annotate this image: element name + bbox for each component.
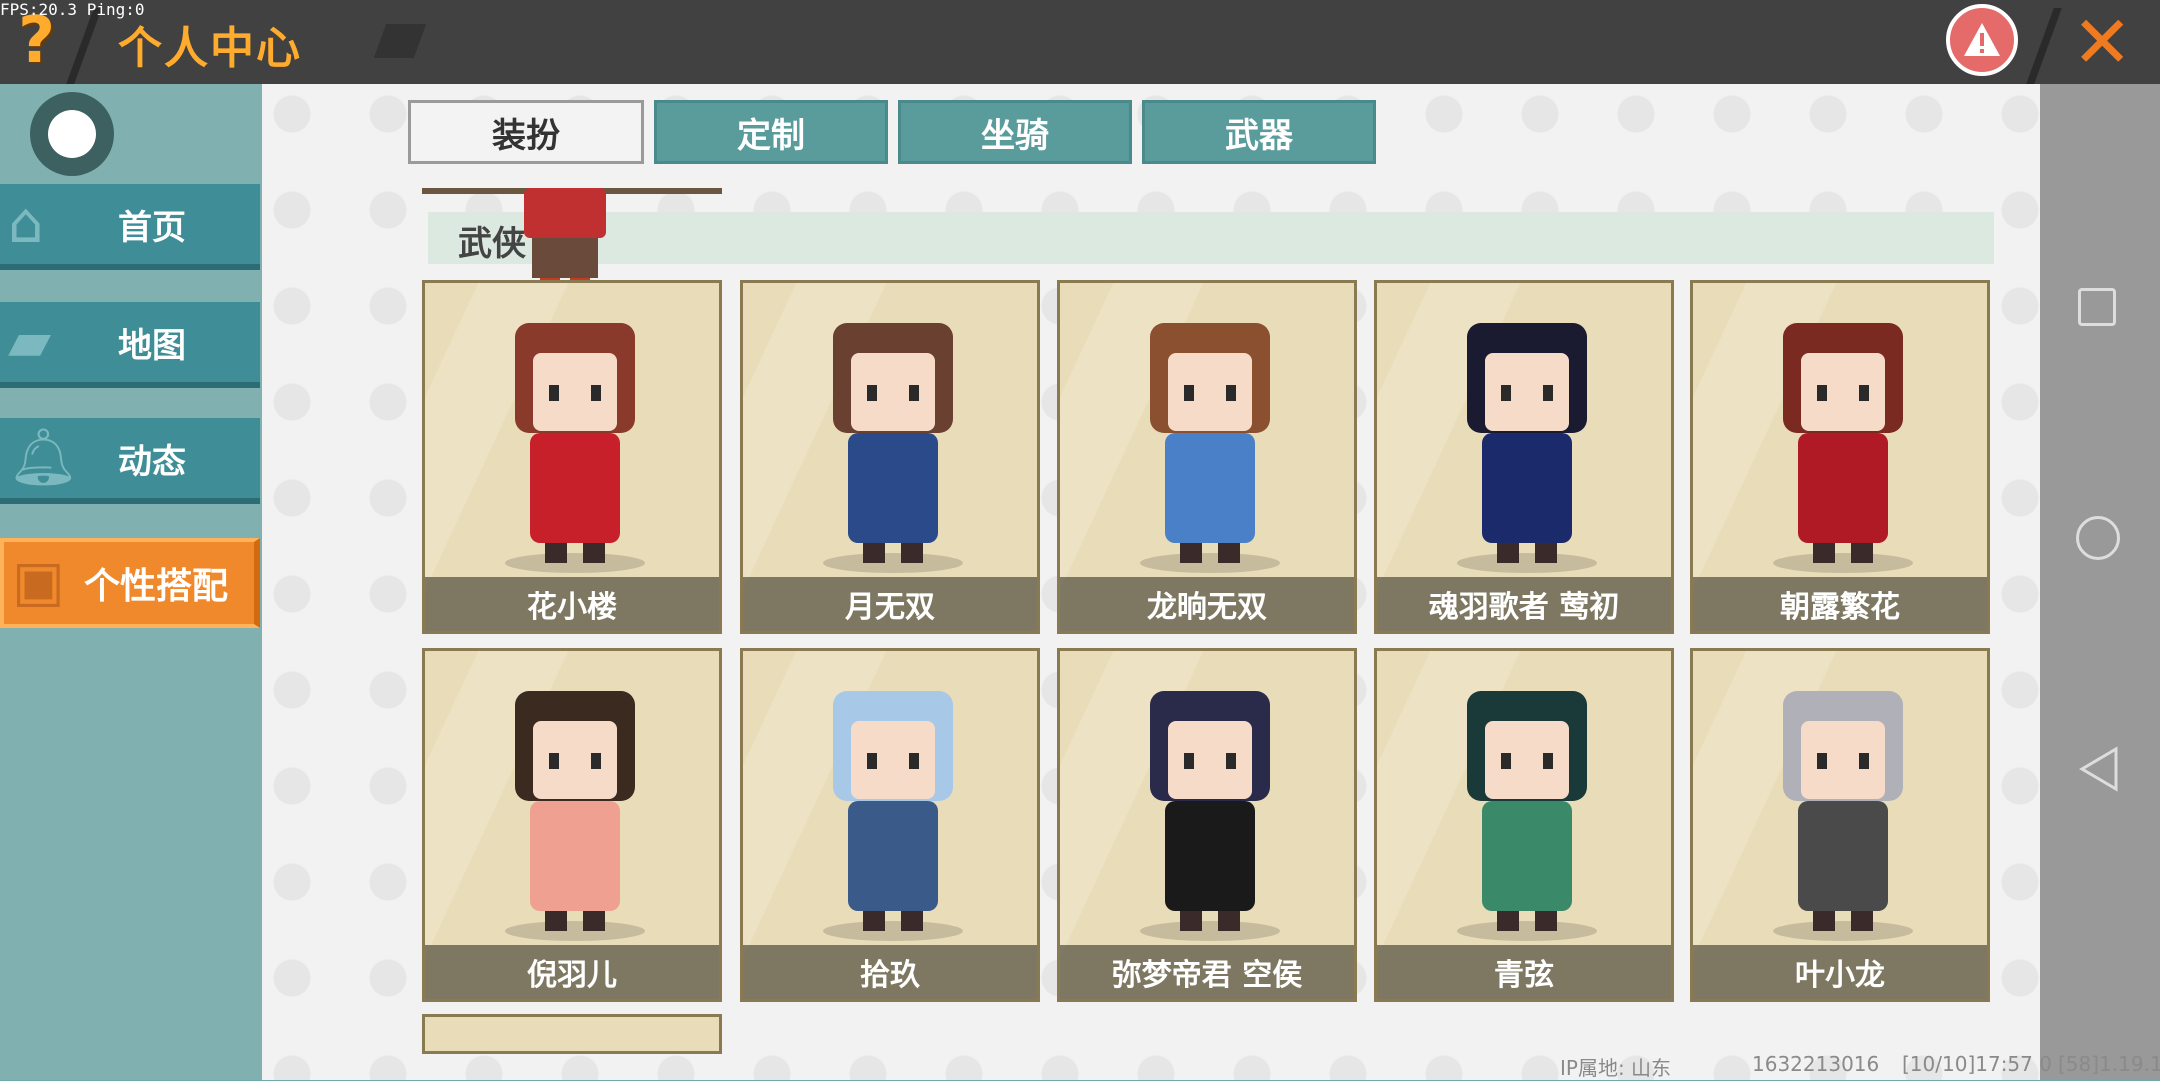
sidebar-item-home[interactable]: ⌂ 首页 [0, 184, 260, 270]
fps-readout: FPS:20.3 Ping:0 [0, 0, 145, 19]
skin-card[interactable]: 花小楼 [422, 280, 722, 634]
sidebar-item-feed[interactable]: 🔔︎ 动态 [0, 418, 260, 504]
report-button[interactable] [1946, 4, 2018, 76]
back-icon[interactable] [2078, 746, 2120, 792]
top-bar: ? 个人中心 ✕ [0, 0, 2160, 84]
skin-card[interactable]: 魂羽歌者 莺初 [1374, 280, 1674, 634]
sidebar-item-label: 首页 [118, 207, 186, 248]
tab-mount[interactable]: 坐骑 [898, 100, 1132, 164]
skin-card[interactable]: 倪羽儿 [422, 648, 722, 1002]
warning-icon [1964, 23, 2000, 56]
skin-card[interactable]: 青弦 [1374, 648, 1674, 1002]
sidebar: ⌂ 首页 ▰ 地图 🔔︎ 动态 ▣ 个性搭配 [0, 84, 262, 1080]
sidebar-item-outfit[interactable]: ▣ 个性搭配 [0, 538, 260, 628]
ip-location: IP属地: 山东 [1560, 1056, 1672, 1080]
skin-name: 叶小龙 [1693, 945, 1987, 999]
sidebar-item-label: 动态 [118, 441, 186, 482]
timestamp: [10/10]17:57 0 [1902, 1052, 2052, 1076]
system-nav-bar [2040, 84, 2160, 1080]
tab-custom[interactable]: 定制 [654, 100, 888, 164]
character-image [1773, 323, 1913, 573]
skin-card[interactable]: 龙晌无双 [1057, 280, 1357, 634]
section-header [428, 212, 1994, 264]
skin-name: 倪羽儿 [425, 945, 719, 999]
bell-icon: 🔔︎ [8, 425, 80, 490]
page-title: 个人中心 [118, 23, 302, 74]
character-image [1140, 323, 1280, 573]
tab-costume[interactable]: 装扮 [408, 100, 644, 164]
skin-name: 月无双 [743, 577, 1037, 631]
sidebar-item-label: 地图 [118, 325, 186, 366]
skin-name: 龙晌无双 [1060, 577, 1354, 631]
skin-name: 朝露繁花 [1693, 577, 1987, 631]
skin-card[interactable]: 弥梦帝君 空侯 [1057, 648, 1357, 1002]
divider [66, 8, 102, 84]
skin-card[interactable]: 拾玖 [740, 648, 1040, 1002]
character-image [1773, 691, 1913, 941]
character-image [505, 323, 645, 573]
skin-card-partial[interactable] [422, 1014, 722, 1054]
character-image [823, 323, 963, 573]
skin-card[interactable]: 叶小龙 [1690, 648, 1990, 1002]
avatar[interactable] [30, 92, 114, 176]
character-image [823, 691, 963, 941]
skin-name: 弥梦帝君 空侯 [1060, 945, 1354, 999]
user-id: 1632213016 [1752, 1052, 1880, 1076]
sidebar-item-map[interactable]: ▰ 地图 [0, 302, 260, 388]
character-image [505, 691, 645, 941]
sidebar-item-label: 个性搭配 [84, 566, 229, 607]
skin-name: 花小楼 [425, 577, 719, 631]
home-icon: ⌂ [8, 191, 44, 256]
skin-card[interactable]: 朝露繁花 [1690, 280, 1990, 634]
divider [2026, 8, 2062, 84]
close-button[interactable]: ✕ [2072, 6, 2132, 78]
skin-name: 拾玖 [743, 945, 1037, 999]
character-image [1140, 691, 1280, 941]
map-icon: ▰ [8, 309, 52, 374]
skin-name: 魂羽歌者 莺初 [1377, 577, 1671, 631]
home-nav-icon[interactable] [2076, 516, 2120, 560]
character-image [1457, 691, 1597, 941]
skin-card[interactable]: 月无双 [740, 280, 1040, 634]
recent-apps-icon[interactable] [2078, 288, 2116, 326]
tab-bar: 装扮 定制 坐骑 武器 [408, 100, 1376, 166]
outfit-icon: ▣ [12, 549, 65, 614]
version: [58]1.19.1 [2058, 1052, 2160, 1076]
divider [373, 24, 427, 58]
character-image [1457, 323, 1597, 573]
tab-weapon[interactable]: 武器 [1142, 100, 1376, 164]
avatar-dot [48, 110, 96, 158]
skin-name: 青弦 [1377, 945, 1671, 999]
